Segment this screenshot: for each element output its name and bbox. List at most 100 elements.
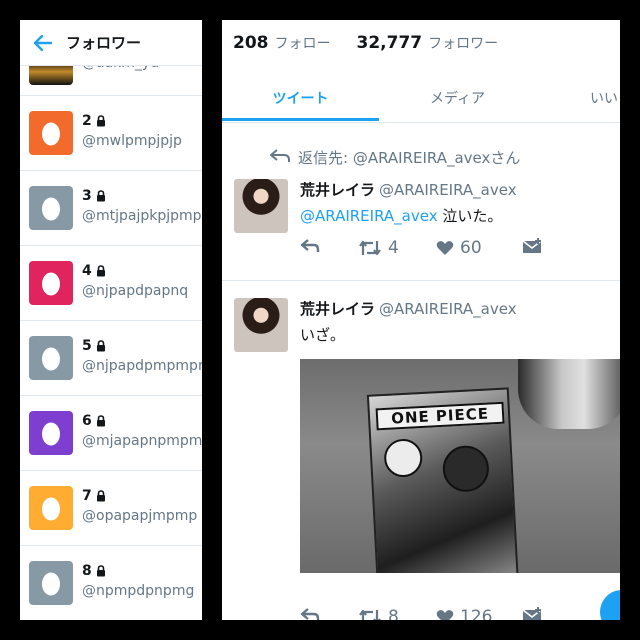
follower-name: 5 [82,338,106,354]
retweet-button[interactable]: 8 [358,607,399,620]
tweet-body: 泣いた。 [442,207,503,225]
retweet-count: 4 [388,238,399,258]
follower-name: 2 [82,113,106,129]
tab-media[interactable]: メディア [379,73,536,123]
tweet-photo[interactable]: ONE PIECE [300,359,620,573]
reply-icon [300,239,320,252]
envelope-icon [522,607,542,620]
follower-handle: @njpapdpmpmpn [82,358,202,374]
avatar [29,411,73,455]
avatar[interactable] [234,179,288,233]
follower-display-name: 6 [82,413,92,429]
retweet-count: 8 [388,607,399,620]
lock-icon [96,565,105,577]
like-button[interactable]: 60 [436,238,482,258]
avatar [29,336,73,380]
following-label[interactable]: フォロー [275,33,331,53]
default-egg-icon [42,122,60,146]
tab-likes[interactable]: いい [536,73,620,123]
follower-row[interactable]: 2 @mwlpmpjpjp [20,96,202,171]
followers-count[interactable]: 32,777 [357,33,423,53]
avatar [29,261,73,305]
avatar [29,186,73,230]
lock-icon [96,490,105,502]
avatar[interactable] [234,298,288,352]
followers-panel: フォロワー @aakm_yu 2@mwlpmpjpjp3@mtjpajpkpjp… [20,20,202,620]
follower-row[interactable]: 8 @npmpdpnpmg [20,546,202,620]
character-drawing [441,444,491,493]
follower-display-name: 3 [82,188,92,204]
default-egg-icon [42,422,60,446]
follower-display-name: 7 [82,488,92,504]
follower-name: 8 [82,563,106,579]
retweet-icon [359,240,381,256]
follower-display-name: 8 [82,563,92,579]
follower-display-name: 4 [82,263,92,279]
lock-icon [96,190,105,202]
avatar [29,561,73,605]
coffee-cup-image [518,359,620,429]
follower-row[interactable]: 5 @njpapdpmpmpn [20,321,202,396]
profile-timeline: 208 フォロー 32,777 フォロワー ツイート メディア いい 返信先: … [222,20,620,620]
reply-context-text[interactable]: 返信先: @ARAIREIRA_avexさん [298,147,520,168]
reply-context: 返信先: @ARAIREIRA_avexさん [270,147,520,168]
follower-handle: @mtjpajpkpjpmp [82,208,202,224]
default-egg-icon [42,272,60,296]
follower-display-name: 2 [82,113,92,129]
lock-icon [96,415,105,427]
default-egg-icon [42,497,60,521]
followers-label[interactable]: フォロワー [428,33,498,53]
follower-name: 6 [82,413,106,429]
like-count: 126 [460,607,493,620]
direct-message-button[interactable] [522,238,542,254]
display-name[interactable]: 荒井レイラ [300,300,375,318]
screen-name[interactable]: @ARAIREIRA_avex [379,300,517,318]
default-egg-icon [42,197,60,221]
avatar [29,486,73,530]
followers-header: フォロワー [20,20,202,66]
follower-handle: @njpapdpapnq [82,283,189,299]
profile-tabs: ツイート メディア いい [222,73,620,123]
tweet[interactable]: 荒井レイラ @ARAIREIRA_avex いざ。 ONE PIECE 8 126 [222,281,620,620]
tweet-header: 荒井レイラ @ARAIREIRA_avex [300,179,517,200]
follower-handle: @npmpdpnpmg [82,583,195,599]
tweet-actions: 8 126 [300,607,600,620]
follower-row[interactable]: 6 @mjapapnpmpmp [20,396,202,471]
tweet-body: いざ。 [300,326,346,344]
heart-icon [436,241,454,255]
heart-icon [436,610,454,620]
follower-row[interactable]: 3 @mtjpajpkpjpmp [20,171,202,246]
mention-link[interactable]: @ARAIREIRA_avex [300,207,438,225]
manga-cover-image: ONE PIECE [366,387,520,573]
tab-tweets[interactable]: ツイート [222,73,379,123]
reply-button[interactable] [300,238,320,254]
follower-name: 3 [82,188,106,204]
follower-display-name: 5 [82,338,92,354]
tweet-text: @ARAIREIRA_avex 泣いた。 [300,205,502,226]
follower-handle: @mwlpmpjpjp [82,133,182,149]
follower-row[interactable]: 7 @opapapjmpmp [20,471,202,546]
active-tab-indicator [222,118,379,121]
page-title: フォロワー [66,34,142,52]
skull-drawing [383,438,424,479]
screen-name[interactable]: @ARAIREIRA_avex [379,181,517,199]
following-count[interactable]: 208 [233,33,269,53]
default-egg-icon [42,572,60,596]
follower-handle: @mjapapnpmpmp [82,433,202,449]
avatar [29,111,73,155]
lock-icon [96,115,105,127]
tweet[interactable]: 返信先: @ARAIREIRA_avexさん 荒井レイラ @ARAIREIRA_a… [222,123,620,280]
default-egg-icon [42,347,60,371]
display-name[interactable]: 荒井レイラ [300,181,375,199]
direct-message-button[interactable] [522,607,542,620]
like-count: 60 [460,238,482,258]
tweet-actions: 4 60 [300,238,600,262]
follower-handle: @opapapjmpmp [82,508,198,524]
retweet-button[interactable]: 4 [358,238,399,258]
reply-button[interactable] [300,607,320,620]
reply-icon [300,608,320,620]
like-button[interactable]: 126 [436,607,492,620]
follower-row[interactable]: 4 @njpapdpapnq [20,246,202,321]
follower-name: 4 [82,263,106,279]
back-arrow-icon[interactable] [20,20,66,66]
